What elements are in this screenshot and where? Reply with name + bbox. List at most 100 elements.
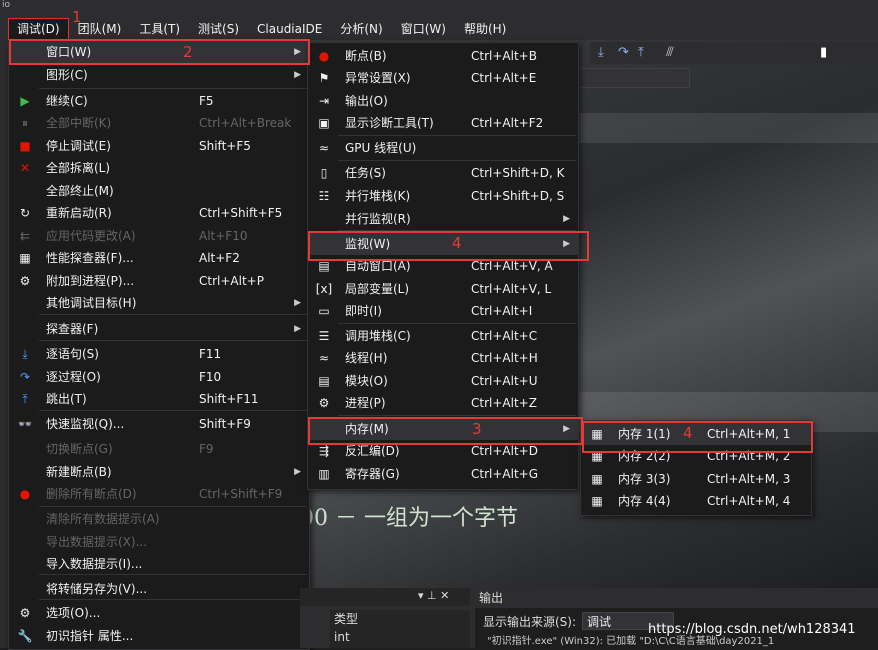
- menu-item-快速监视[interactable]: 👓 快速监视(Q)... Shift+F9: [9, 413, 309, 435]
- menu-item-icon: ☰: [318, 329, 330, 343]
- menu-item-label: 应用代码更改(A): [46, 229, 136, 243]
- menu-item-icon: ▭: [318, 304, 330, 318]
- menu-item-label: GPU 线程(U): [345, 141, 417, 155]
- menu-item-清除所有数据提示[interactable]: 清除所有数据提示(A): [9, 508, 309, 530]
- menu-item-shortcut: Ctrl+Alt+C: [471, 329, 538, 343]
- menu-item-断点[interactable]: ● 断点(B) Ctrl+Alt+B: [308, 45, 578, 67]
- menu-tools[interactable]: 工具(T): [130, 18, 189, 40]
- menu-item-逐过程[interactable]: ↷ 逐过程(O) F10: [9, 366, 309, 388]
- menu-item-继续[interactable]: ▶ 继续(C) F5: [9, 90, 309, 112]
- menu-item-进程[interactable]: ⚙ 进程(P) Ctrl+Alt+Z: [308, 392, 578, 414]
- menu-item-导出数据提示[interactable]: 导出数据提示(X)...: [9, 531, 309, 553]
- menu-item-图形[interactable]: 图形(C) ▶: [9, 64, 309, 86]
- menu-item-窗口[interactable]: 窗口(W) ▶: [9, 41, 309, 63]
- menu-item-icon: ●: [318, 49, 330, 63]
- menu-item-新建断点[interactable]: 新建断点(B) ▶: [9, 461, 309, 483]
- menu-item-全部中断[interactable]: ⏸ 全部中断(K) Ctrl+Alt+Break: [9, 112, 309, 134]
- menu-item-逐语句[interactable]: ⤓ 逐语句(S) F11: [9, 343, 309, 365]
- menu-item-label: 清除所有数据提示(A): [46, 512, 160, 526]
- menu-item-删除所有断点[interactable]: ● 删除所有断点(D) Ctrl+Shift+F9: [9, 483, 309, 505]
- step-into-icon[interactable]: ⤓: [598, 45, 604, 60]
- menu-item-监视[interactable]: 监视(W) ▶: [308, 233, 578, 255]
- menu-item-并行监视[interactable]: 并行监视(R) ▶: [308, 208, 578, 230]
- menu-debug[interactable]: 调试(D): [8, 18, 69, 40]
- menu-help[interactable]: 帮助(H): [455, 18, 515, 40]
- menu-item-内存[interactable]: 内存(M) ▶: [308, 418, 578, 440]
- menu-item-icon: ⇥: [318, 94, 330, 108]
- menu-item-性能探查器[interactable]: ▦ 性能探查器(F)... Alt+F2: [9, 247, 309, 269]
- menu-item-全部终止[interactable]: 全部终止(M): [9, 180, 309, 202]
- menu-item-icon: ⚙: [19, 274, 31, 288]
- menu-item-shortcut: Ctrl+Alt+U: [471, 374, 538, 388]
- menu-item-跳出[interactable]: ⤒ 跳出(T) Shift+F11: [9, 388, 309, 410]
- menu-item-label: 继续(C): [46, 94, 88, 108]
- submenu-arrow-icon: ▶: [563, 214, 570, 224]
- menu-separator: [338, 415, 576, 416]
- menu-item-调用堆栈[interactable]: ☰ 调用堆栈(C) Ctrl+Alt+C: [308, 325, 578, 347]
- menu-item-将转储另存为[interactable]: 将转储另存为(V)...: [9, 578, 309, 600]
- menu-item-反汇编[interactable]: ⇶ 反汇编(D) Ctrl+Alt+D: [308, 440, 578, 462]
- menu-item-模块[interactable]: ▤ 模块(O) Ctrl+Alt+U: [308, 370, 578, 392]
- menu-item-并行堆栈[interactable]: ☷ 并行堆栈(K) Ctrl+Shift+D, S: [308, 185, 578, 207]
- menu-item-label: 删除所有断点(D): [46, 487, 137, 501]
- menu-window[interactable]: 窗口(W): [392, 18, 455, 40]
- menu-separator: [39, 574, 307, 575]
- menu-item-输出[interactable]: ⇥ 输出(O): [308, 90, 578, 112]
- annotation-4: 4: [452, 234, 462, 252]
- menu-item-即时[interactable]: ▭ 即时(I) Ctrl+Alt+I: [308, 300, 578, 322]
- menu-item-内存-2[interactable]: ▦ 内存 2(2) Ctrl+Alt+M, 2: [581, 445, 811, 467]
- menu-item-线程[interactable]: ≈ 线程(H) Ctrl+Alt+H: [308, 347, 578, 369]
- menu-separator: [338, 160, 576, 161]
- step-over-icon[interactable]: ↷: [618, 45, 629, 60]
- menu-item-shortcut: Ctrl+Alt+P: [199, 274, 264, 288]
- menu-item-label: 监视(W): [345, 237, 391, 251]
- menu-item-shortcut: Ctrl+Alt+M, 3: [707, 472, 791, 486]
- menu-item-附加到进程[interactable]: ⚙ 附加到进程(P)... Ctrl+Alt+P: [9, 270, 309, 292]
- menu-item-label: 快速监视(Q)...: [46, 417, 125, 431]
- menu-item-停止调试[interactable]: ■ 停止调试(E) Shift+F5: [9, 135, 309, 157]
- menu-item-内存-4[interactable]: ▦ 内存 4(4) Ctrl+Alt+M, 4: [581, 490, 811, 512]
- panel-controls[interactable]: ▾ ⊥ ✕: [418, 589, 449, 602]
- menu-item-寄存器[interactable]: ▥ 寄存器(G) Ctrl+Alt+G: [308, 463, 578, 485]
- menu-separator: [39, 340, 307, 341]
- menu-separator: [338, 135, 576, 136]
- menu-item-其他调试目标[interactable]: 其他调试目标(H) ▶: [9, 292, 309, 314]
- menu-claudiaide[interactable]: ClaudiaIDE: [248, 18, 331, 40]
- menu-item-重新启动[interactable]: ↻ 重新启动(R) Ctrl+Shift+F5: [9, 202, 309, 224]
- menu-item-初识指针-属性[interactable]: 🔧 初识指针 属性...: [9, 625, 309, 647]
- menu-item-导入数据提示[interactable]: 导入数据提示(I)...: [9, 553, 309, 575]
- menu-separator: [338, 438, 576, 439]
- menu-separator: [39, 314, 307, 315]
- menu-item-shortcut: Ctrl+Shift+D, K: [471, 166, 565, 180]
- menu-item-label: 反汇编(D): [345, 444, 400, 458]
- menu-test[interactable]: 测试(S): [189, 18, 248, 40]
- menu-item-全部拆离[interactable]: ✕ 全部拆离(L): [9, 157, 309, 179]
- menu-item-shortcut: Ctrl+Shift+F5: [199, 206, 283, 220]
- menu-item-内存-1[interactable]: ▦ 内存 1(1) Ctrl+Alt+M, 1: [581, 423, 811, 445]
- menu-item-icon: ▤: [318, 374, 330, 388]
- submenu-arrow-icon: ▶: [294, 467, 301, 477]
- column-header-type[interactable]: 类型: [334, 610, 358, 627]
- menu-separator: [39, 88, 307, 89]
- menu-item-label: 逐过程(O): [46, 370, 101, 384]
- menu-item-任务[interactable]: ▯ 任务(S) Ctrl+Shift+D, K: [308, 162, 578, 184]
- hex-icon[interactable]: ⫻: [666, 45, 674, 60]
- menu-analyze[interactable]: 分析(N): [331, 18, 391, 40]
- menu-item-切换断点[interactable]: 切换断点(G) F9: [9, 438, 309, 460]
- menu-item-应用代码更改[interactable]: ⇇ 应用代码更改(A) Alt+F10: [9, 225, 309, 247]
- menu-item-自动窗口[interactable]: ▤ 自动窗口(A) Ctrl+Alt+V, A: [308, 255, 578, 277]
- menu-item-shortcut: Ctrl+Alt+H: [471, 351, 538, 365]
- output-title: 输出: [479, 591, 504, 605]
- menu-item-局部变量[interactable]: [x] 局部变量(L) Ctrl+Alt+V, L: [308, 278, 578, 300]
- menu-item-显示诊断工具[interactable]: ▣ 显示诊断工具(T) Ctrl+Alt+F2: [308, 112, 578, 134]
- step-out-icon[interactable]: ⤒: [638, 45, 644, 60]
- bookmark-icon[interactable]: ▮: [820, 45, 827, 60]
- menu-item-内存-3[interactable]: ▦ 内存 3(3) Ctrl+Alt+M, 3: [581, 468, 811, 490]
- menu-item-icon: ⚑: [318, 71, 330, 85]
- menu-item-异常设置[interactable]: ⚑ 异常设置(X) Ctrl+Alt+E: [308, 67, 578, 89]
- menu-item-gpu-线程[interactable]: ≈ GPU 线程(U): [308, 137, 578, 159]
- watch-panel-header: ▾ ⊥ ✕: [300, 588, 470, 606]
- menu-item-探查器[interactable]: 探查器(F) ▶: [9, 318, 309, 340]
- menu-item-label: 内存 3(3): [618, 472, 671, 486]
- menu-item-选项[interactable]: ⚙ 选项(O)...: [9, 602, 309, 624]
